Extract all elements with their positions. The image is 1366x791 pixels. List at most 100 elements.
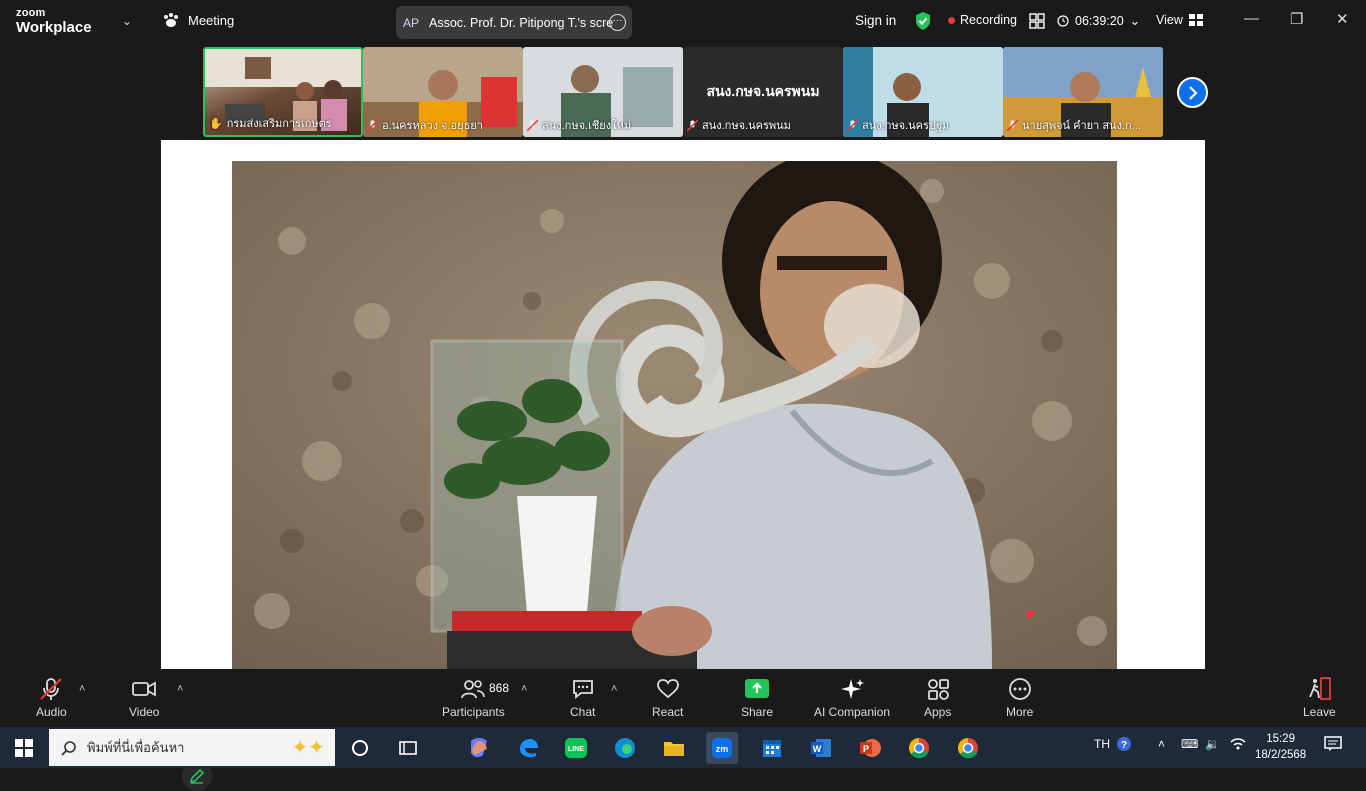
- windows-taskbar: พิมพ์ที่นี่เพื่อค้นหา ✦✦ LINE zm W P TH …: [0, 727, 1366, 768]
- close-icon[interactable]: ✕: [1336, 10, 1349, 28]
- participant-name: นายสุพจน์ คำยา สนง.ก...: [1022, 120, 1141, 132]
- chevron-down-icon[interactable]: ⌄: [122, 14, 132, 28]
- participant-tile[interactable]: สนง.กษจ.นครปฐม: [843, 47, 1003, 137]
- restore-icon[interactable]: ❐: [1290, 10, 1303, 28]
- audio-label: Audio: [36, 705, 67, 719]
- svg-text:?: ?: [1121, 740, 1127, 751]
- grid-icon[interactable]: [1029, 13, 1045, 34]
- participant-name: สนง.กษจ.เชียงใหม่: [542, 120, 631, 132]
- svg-text:W: W: [813, 744, 822, 754]
- leave-button[interactable]: Leave: [1303, 677, 1336, 719]
- powerpoint-icon[interactable]: P: [854, 732, 886, 764]
- clock-icon: [1057, 14, 1069, 27]
- file-explorer-icon[interactable]: [658, 732, 690, 764]
- hand-icon: ✋: [209, 117, 223, 130]
- audio-options-caret[interactable]: ˄: [79, 683, 85, 695]
- help-icon[interactable]: ?: [1116, 736, 1132, 755]
- next-page-button[interactable]: [1177, 77, 1208, 108]
- mic-muted-icon: [1006, 118, 1019, 132]
- recording-label: Recording: [960, 13, 1017, 27]
- participants-count: 868: [489, 681, 510, 695]
- participant-tile[interactable]: อ.นครหลวง จ.อยุธยา: [363, 47, 523, 137]
- audio-button[interactable]: Audio: [36, 677, 67, 719]
- participants-icon: [461, 680, 486, 699]
- video-label: Video: [129, 705, 160, 719]
- svg-text:zm: zm: [716, 744, 729, 754]
- keyboard-icon[interactable]: ⌨: [1181, 737, 1198, 751]
- more-button[interactable]: More: [1006, 677, 1033, 719]
- view-button[interactable]: View: [1156, 13, 1203, 27]
- ai-companion-button[interactable]: AI Companion: [814, 677, 890, 719]
- mic-muted-icon: [366, 118, 379, 132]
- task-view-icon[interactable]: [392, 732, 424, 764]
- notification-icon[interactable]: [1324, 736, 1342, 755]
- ai-companion-label: AI Companion: [814, 705, 891, 719]
- participant-strip: ✋ กรมส่งเสริมการเกษตร อ.นครหลวง จ.อยุธยา…: [203, 47, 1163, 137]
- photo-girl-with-plant-backpack: [232, 161, 1117, 669]
- speaker-icon[interactable]: 🔉: [1205, 737, 1220, 751]
- participant-tile[interactable]: นายสุพจน์ คำยา สนง.ก...: [1003, 47, 1163, 137]
- edge-legacy-icon[interactable]: [512, 732, 544, 764]
- video-button[interactable]: Video: [129, 677, 159, 719]
- sparkle-icon: [841, 679, 865, 699]
- copilot-icon[interactable]: [463, 732, 495, 764]
- windows-start-icon[interactable]: [8, 732, 40, 764]
- sign-in-link[interactable]: Sign in: [855, 13, 896, 28]
- shared-screen: [161, 140, 1205, 791]
- pencil-icon: [189, 768, 205, 784]
- wifi-icon[interactable]: [1230, 737, 1246, 754]
- share-label: Share: [741, 705, 774, 719]
- language-indicator[interactable]: TH: [1094, 737, 1110, 751]
- taskbar-clock[interactable]: 15:29 18/2/2568: [1255, 731, 1306, 763]
- chrome-icon[interactable]: [952, 732, 984, 764]
- video-camera-icon: [132, 681, 157, 697]
- chrome-icon[interactable]: [903, 732, 935, 764]
- screen-share-indicator[interactable]: AP Assoc. Prof. Dr. Pitipong T.'s scre ·…: [396, 6, 632, 39]
- brand-bottom: Workplace: [16, 19, 92, 36]
- ellipsis-circle-icon: [1008, 678, 1031, 700]
- brand-top: zoom: [16, 7, 46, 19]
- chat-options-caret[interactable]: ˄: [611, 683, 617, 695]
- more-label: More: [1006, 705, 1034, 719]
- share-screen-icon: [745, 679, 770, 698]
- chevron-up-icon[interactable]: ˄: [1158, 737, 1165, 751]
- participants-options-caret[interactable]: ˄: [521, 683, 527, 695]
- calendar-icon[interactable]: [756, 732, 788, 764]
- participant-label: สนง.กษจ.เชียงใหม่: [526, 116, 631, 134]
- apps-button[interactable]: Apps: [924, 677, 951, 719]
- participant-tile[interactable]: สนง.กษจ.เชียงใหม่: [523, 47, 683, 137]
- mic-muted-icon: [846, 118, 859, 132]
- taskbar-search[interactable]: พิมพ์ที่นี่เพื่อค้นหา ✦✦: [49, 729, 335, 766]
- video-options-caret[interactable]: ˄: [177, 683, 183, 695]
- leave-label: Leave: [1303, 705, 1336, 719]
- meeting-toolbar: Audio ˄ Video ˄ Participants 868 ˄ Chat …: [0, 669, 1366, 727]
- participant-label: สนง.กษจ.นครพนม: [686, 116, 791, 134]
- more-options-icon[interactable]: ···: [609, 14, 626, 31]
- meeting-timer[interactable]: 06:39:20 ⌄: [1057, 13, 1140, 28]
- participant-label: อ.นครหลวง จ.อยุธยา: [366, 116, 483, 134]
- participant-tile[interactable]: ✋ กรมส่งเสริมการเกษตร: [203, 47, 363, 137]
- participant-tile[interactable]: สนง.กษจ.นครพนม สนง.กษจ.นครพนม: [683, 47, 843, 137]
- minimize-icon[interactable]: —: [1244, 10, 1259, 27]
- react-button[interactable]: React: [652, 677, 683, 719]
- edge-icon[interactable]: [609, 732, 641, 764]
- share-button[interactable]: Share: [741, 677, 773, 719]
- word-icon[interactable]: W: [805, 732, 837, 764]
- participant-label: ✋ กรมส่งเสริมการเกษตร: [209, 114, 332, 132]
- mic-muted-icon: [526, 118, 539, 132]
- sharer-avatar: AP: [403, 15, 420, 30]
- line-app-icon[interactable]: LINE: [560, 732, 592, 764]
- chat-button[interactable]: Chat: [570, 677, 595, 719]
- paw-icon: [164, 13, 178, 27]
- participant-name: กรมส่งเสริมการเกษตร: [226, 118, 332, 130]
- clock-time: 15:29: [1266, 733, 1295, 745]
- meeting-menu[interactable]: Meeting: [162, 12, 234, 28]
- apps-label: Apps: [924, 705, 952, 719]
- cortana-circle-icon[interactable]: [344, 732, 376, 764]
- zoom-taskbar-icon[interactable]: zm: [706, 732, 738, 764]
- react-label: React: [652, 705, 684, 719]
- participant-label: สนง.กษจ.นครปฐม: [846, 116, 949, 134]
- shield-check-icon[interactable]: [914, 11, 932, 36]
- recording-indicator[interactable]: Recording: [948, 13, 1017, 27]
- svg-text:P: P: [863, 744, 869, 754]
